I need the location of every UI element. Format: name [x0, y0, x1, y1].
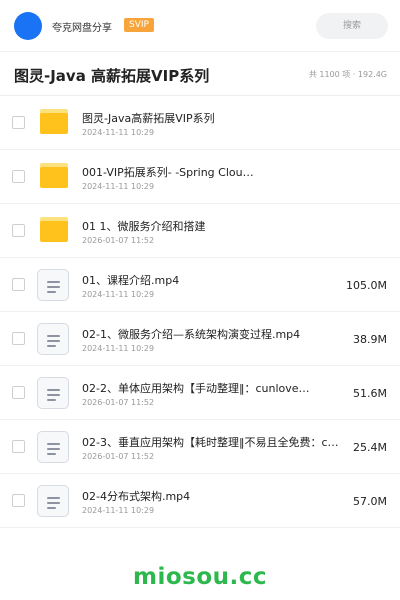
file-name[interactable]: 01、课程介绍.mp4: [82, 272, 342, 288]
select-checkbox[interactable]: [12, 116, 25, 129]
file-size: 105.0M: [346, 279, 387, 292]
file-row[interactable]: 02-2、单体应用架构【手动整理‖：cunlove… 2026-01-07 11:…: [0, 366, 400, 420]
file-name[interactable]: 01 1、微服务介绍和搭建: [82, 218, 342, 234]
file-row[interactable]: 01、课程介绍.mp4 2024-11-11 10:29 105.0M: [0, 258, 400, 312]
file-name[interactable]: 02-1、微服务介绍—系统架构演变过程.mp4: [82, 326, 342, 342]
select-checkbox[interactable]: [12, 278, 25, 291]
file-size: 57.0M: [353, 495, 387, 508]
folder-icon: [40, 163, 68, 188]
file-name[interactable]: 图灵-Java高薪拓展VIP系列: [82, 110, 342, 126]
file-name[interactable]: 001-VIP拓展系列- -Spring Clou…: [82, 164, 342, 180]
file-name[interactable]: 02-3、垂直应用架构【耗时整理‖不易且全免费：c…: [82, 434, 342, 450]
folder-icon: [40, 217, 68, 242]
file-row[interactable]: 001-VIP拓展系列- -Spring Clou… 2024-11-11 10:…: [0, 150, 400, 204]
file-name[interactable]: 02-4分布式架构.mp4: [82, 488, 342, 504]
file-size: 25.4M: [353, 441, 387, 454]
file-name[interactable]: 02-2、单体应用架构【手动整理‖：cunlove…: [82, 380, 342, 396]
folder-header: 图灵-Java 高薪拓展VIP系列 共 1100 项 · 192.4G: [0, 52, 400, 96]
file-date: 2024-11-11 10:29: [82, 506, 155, 515]
file-date: 2024-11-11 10:29: [82, 182, 155, 191]
avatar[interactable]: [14, 12, 42, 40]
select-checkbox[interactable]: [12, 332, 25, 345]
folder-summary: 共 1100 项 · 192.4G: [308, 70, 387, 79]
file-row[interactable]: 02-4分布式架构.mp4 2024-11-11 10:29 57.0M: [0, 474, 400, 528]
file-date: 2026-01-07 11:52: [82, 398, 155, 407]
search-input[interactable]: 搜索: [316, 13, 388, 39]
file-icon: [37, 269, 69, 301]
file-icon: [37, 377, 69, 409]
file-icon: [37, 485, 69, 517]
file-row[interactable]: 02-1、微服务介绍—系统架构演变过程.mp4 2024-11-11 10:29 3…: [0, 312, 400, 366]
folder-icon: [40, 109, 68, 134]
top-bar: 夸克网盘分享 SVIP 搜索: [0, 0, 400, 52]
select-checkbox[interactable]: [12, 224, 25, 237]
select-checkbox[interactable]: [12, 494, 25, 507]
file-size: 38.9M: [353, 333, 387, 346]
file-row[interactable]: 02-3、垂直应用架构【耗时整理‖不易且全免费：c… 2026-01-07 11:…: [0, 420, 400, 474]
file-row[interactable]: 01 1、微服务介绍和搭建 2026-01-07 11:52: [0, 204, 400, 258]
svip-badge: SVIP: [124, 18, 154, 32]
page-title: 图灵-Java 高薪拓展VIP系列: [14, 67, 210, 85]
file-date: 2024-11-11 10:29: [82, 290, 155, 299]
watermark-text: miosou.cc: [132, 564, 268, 590]
file-date: 2026-01-07 11:52: [82, 236, 155, 245]
file-icon: [37, 431, 69, 463]
select-checkbox[interactable]: [12, 440, 25, 453]
share-name: 夸克网盘分享: [52, 23, 112, 34]
file-date: 2024-11-11 10:29: [82, 128, 155, 137]
select-checkbox[interactable]: [12, 170, 25, 183]
file-icon: [37, 323, 69, 355]
file-size: 51.6M: [353, 387, 387, 400]
select-checkbox[interactable]: [12, 386, 25, 399]
file-date: 2024-11-11 10:29: [82, 344, 155, 353]
file-list: 图灵-Java高薪拓展VIP系列 2024-11-11 10:29 001-VIP拓…: [0, 96, 400, 528]
file-row[interactable]: 图灵-Java高薪拓展VIP系列 2024-11-11 10:29: [0, 96, 400, 150]
file-date: 2026-01-07 11:52: [82, 452, 155, 461]
